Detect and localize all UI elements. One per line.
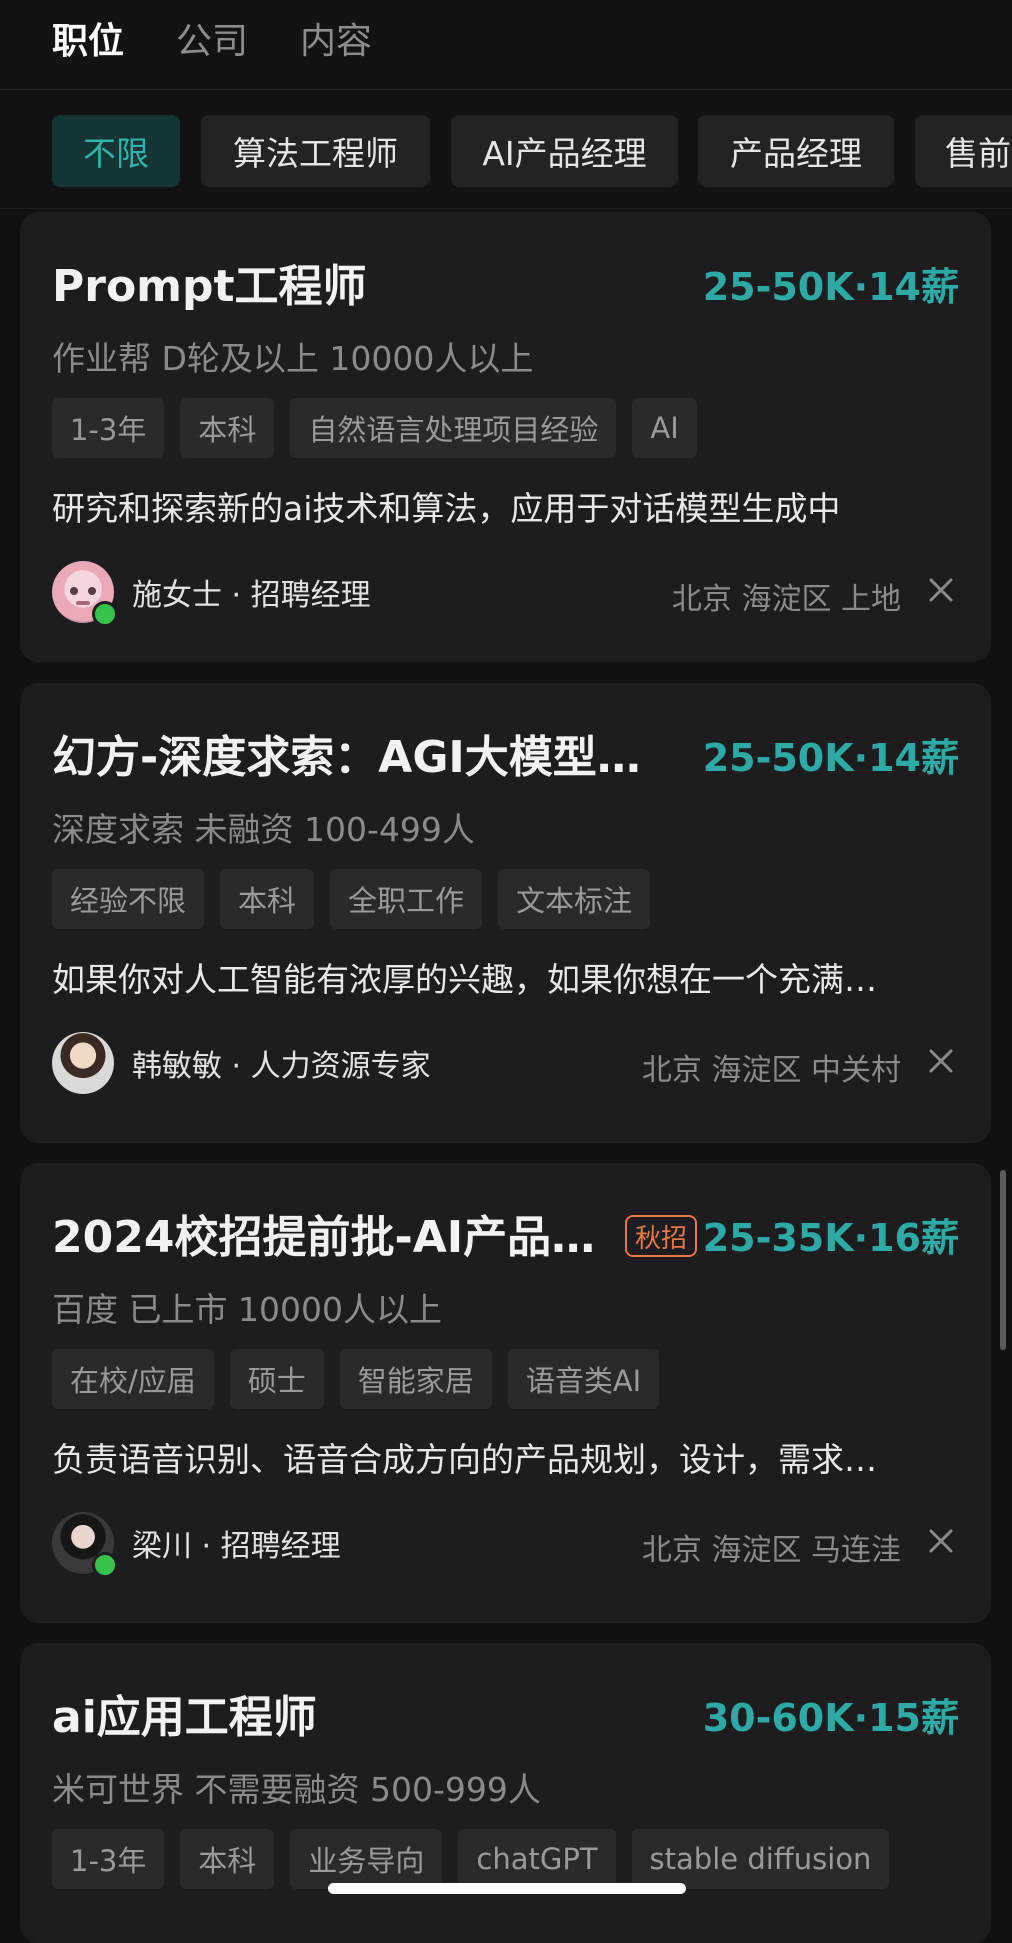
top-tab-bar: 职位 公司 内容 (0, 0, 1012, 90)
filter-chip-ai-product-manager[interactable]: AI产品经理 (451, 115, 678, 187)
job-company: 米可世界 不需要融资 500-999人 (52, 1770, 541, 1809)
online-status-dot (92, 1552, 118, 1578)
recruiter-avatar (52, 1032, 114, 1094)
recruiter-name: 施女士 · 招聘经理 (132, 578, 371, 613)
job-tag: AI (632, 398, 697, 458)
job-company: 作业帮 D轮及以上 10000人以上 (52, 339, 534, 378)
job-tag: 1-3年 (52, 398, 165, 458)
filter-chip-presales[interactable]: 售前 (915, 115, 1012, 187)
campus-recruit-badge: 秋招 (625, 1215, 698, 1257)
filter-chip-product-manager[interactable]: 产品经理 (698, 115, 894, 187)
filter-chip-unlimited[interactable]: 不限 (52, 115, 180, 187)
job-company: 深度求索 未融资 100-499人 (52, 810, 475, 849)
job-title[interactable]: 2024校招提前批-AI产品… (52, 1201, 632, 1265)
job-salary: 25-50K·14薪 (702, 265, 959, 309)
tab-content[interactable]: 内容 (300, 12, 372, 64)
recruiter-info[interactable]: 韩敏敏 · 人力资源专家 (52, 1031, 431, 1095)
job-tag: chatGPT (458, 1829, 616, 1889)
job-location: 北京 海淀区 马连洼 (641, 1533, 901, 1568)
job-tag: 语音类AI (507, 1349, 660, 1409)
job-title[interactable]: Prompt工程师 (52, 250, 692, 314)
job-card[interactable]: ai应用工程师 30-60K·15薪 米可世界 不需要融资 500-999人 1… (20, 1643, 991, 1943)
job-salary: 25-50K·14薪 (702, 736, 959, 780)
job-card[interactable]: Prompt工程师 25-50K·14薪 作业帮 D轮及以上 10000人以上 … (20, 212, 991, 662)
job-tag: 智能家居 (339, 1349, 492, 1409)
online-status-dot (92, 601, 118, 627)
recruiter-info[interactable]: 施女士 · 招聘经理 (52, 560, 371, 627)
job-tag: 本科 (220, 869, 315, 929)
close-icon[interactable] (921, 1041, 961, 1081)
job-salary: 30-60K·15薪 (702, 1696, 959, 1740)
job-tag: stable diffusion (631, 1829, 890, 1889)
job-tags: 经验不限 本科 全职工作 文本标注 (52, 869, 651, 929)
recruiter-avatar (52, 1512, 118, 1578)
recruiter-name: 梁川 · 招聘经理 (132, 1529, 341, 1564)
job-tag: 业务导向 (290, 1829, 443, 1889)
recruiter-name: 韩敏敏 · 人力资源专家 (132, 1049, 431, 1084)
job-tag: 本科 (180, 1829, 275, 1889)
job-location: 北京 海淀区 中关村 (641, 1053, 901, 1088)
job-tag: 硕士 (229, 1349, 324, 1409)
job-tag: 自然语言处理项目经验 (290, 398, 617, 458)
filter-chip-bar: 不限 算法工程师 AI产品经理 产品经理 售前 (0, 91, 1012, 209)
job-company: 百度 已上市 10000人以上 (52, 1290, 442, 1329)
job-tag: 文本标注 (498, 869, 651, 929)
home-indicator[interactable] (328, 1883, 686, 1894)
job-description: 如果你对人工智能有浓厚的兴趣，如果你想在一个充满… (52, 960, 877, 999)
job-location: 北京 海淀区 上地 (671, 582, 901, 617)
recruiter-info[interactable]: 梁川 · 招聘经理 (52, 1511, 341, 1578)
job-title[interactable]: 幻方-深度求索：AGI大模型… (52, 721, 692, 785)
recruiter-avatar (52, 561, 118, 627)
job-tag: 1-3年 (52, 1829, 165, 1889)
job-salary: 25-35K·16薪 (702, 1216, 959, 1260)
job-tag: 在校/应届 (52, 1349, 214, 1409)
job-tags: 在校/应届 硕士 智能家居 语音类AI (52, 1349, 660, 1409)
job-card[interactable]: 幻方-深度求索：AGI大模型… 25-50K·14薪 深度求索 未融资 100-… (20, 683, 991, 1143)
job-tags: 1-3年 本科 业务导向 chatGPT stable diffusion (52, 1829, 890, 1889)
job-tag: 全职工作 (330, 869, 483, 929)
job-description: 负责语音识别、语音合成方向的产品规划，设计，需求… (52, 1440, 877, 1479)
job-tag: 经验不限 (52, 869, 205, 929)
job-description: 研究和探索新的ai技术和算法，应用于对话模型生成中 (52, 489, 841, 528)
close-icon[interactable] (921, 1521, 961, 1561)
tab-companies[interactable]: 公司 (176, 12, 248, 64)
job-title[interactable]: ai应用工程师 (52, 1681, 692, 1745)
job-card[interactable]: 2024校招提前批-AI产品… 秋招 25-35K·16薪 百度 已上市 100… (20, 1163, 991, 1623)
filter-chip-algorithm-engineer[interactable]: 算法工程师 (201, 115, 430, 187)
job-tags: 1-3年 本科 自然语言处理项目经验 AI (52, 398, 697, 458)
scrollbar[interactable] (1000, 1170, 1006, 1350)
close-icon[interactable] (921, 570, 961, 610)
tab-positions[interactable]: 职位 (52, 12, 124, 64)
job-tag: 本科 (180, 398, 275, 458)
